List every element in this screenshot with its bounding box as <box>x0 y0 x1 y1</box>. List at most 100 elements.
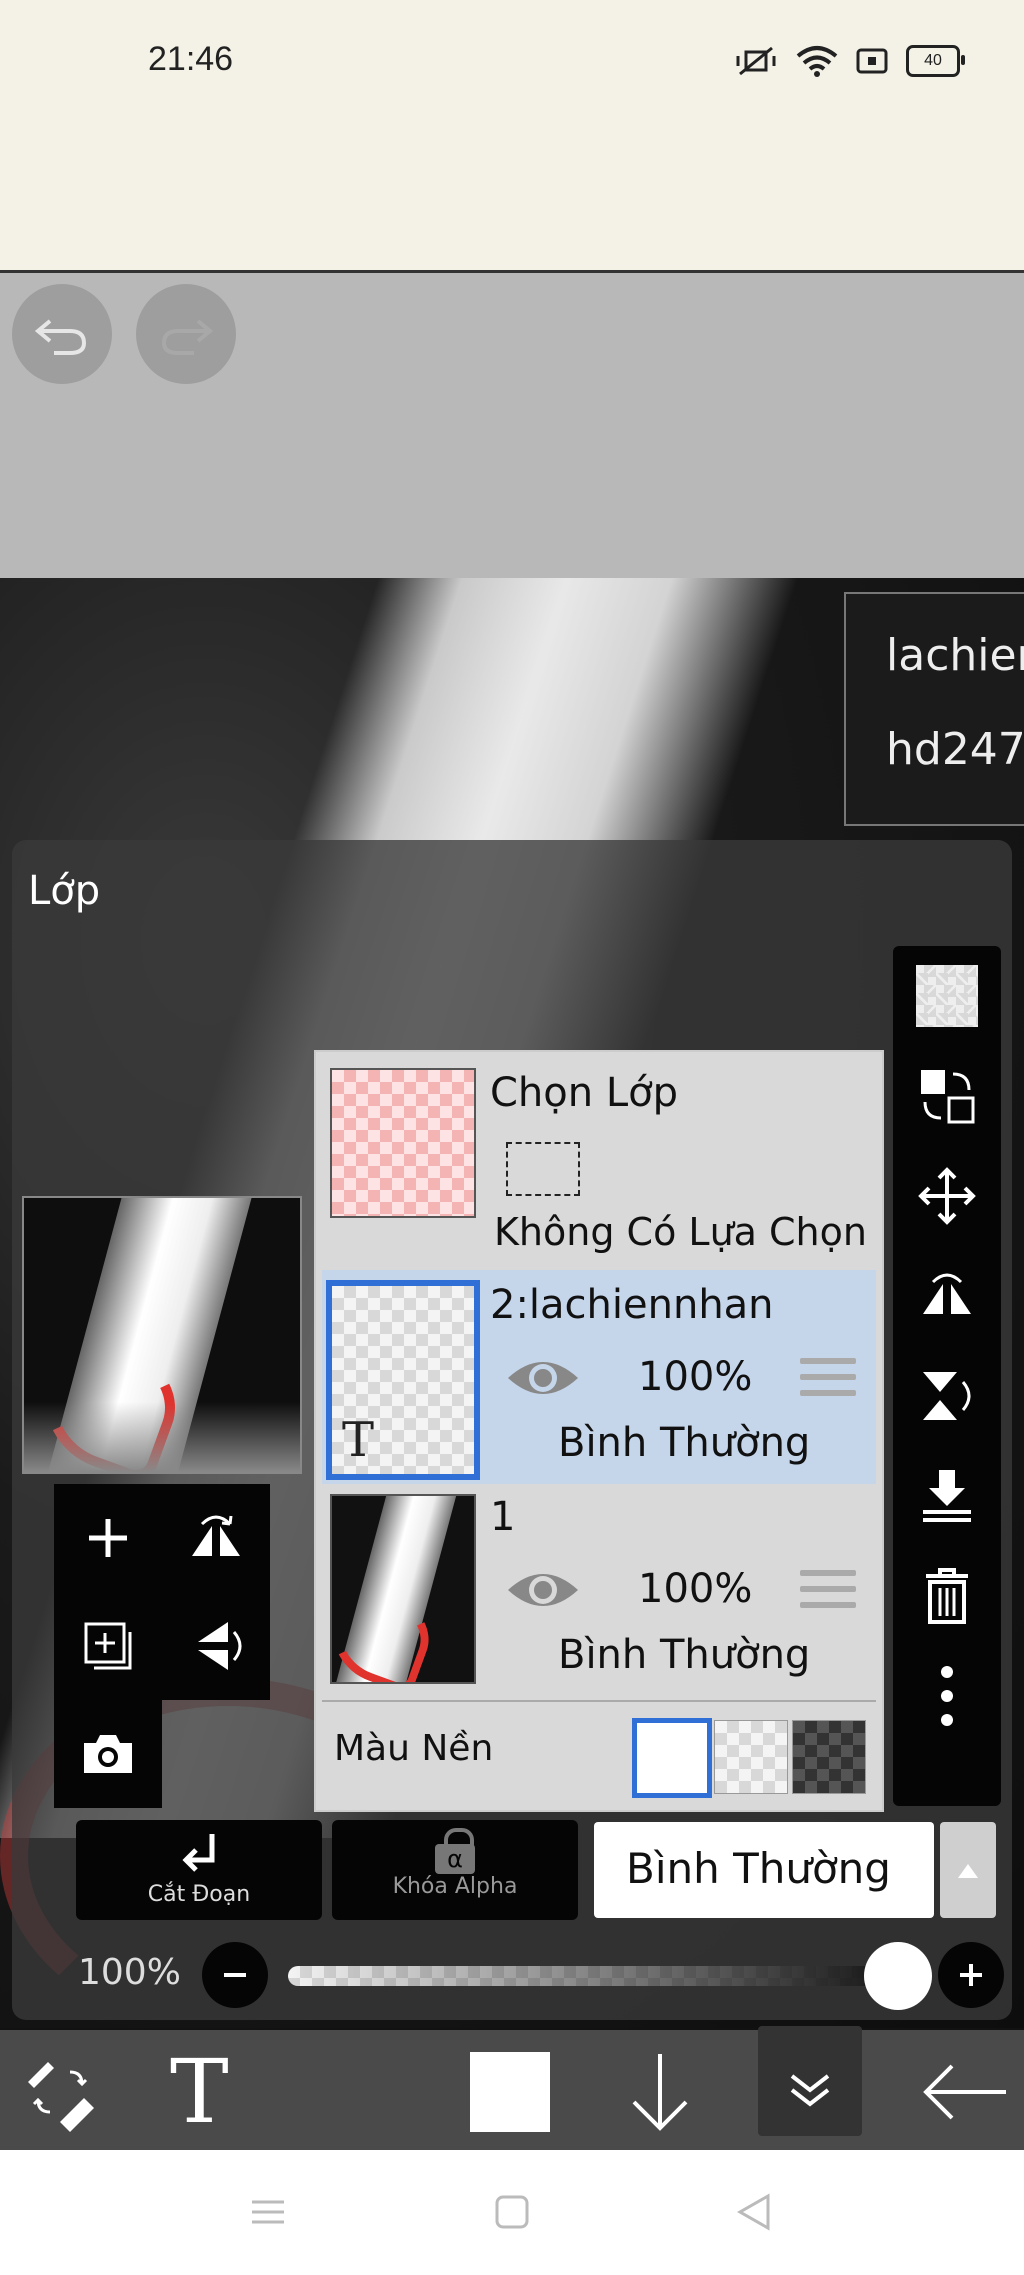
trash-icon <box>926 1568 968 1624</box>
bottom-toolbar: T <box>0 2026 1024 2150</box>
clipping-button[interactable]: Cắt Đoạn <box>76 1820 322 1920</box>
arrow-down-icon <box>632 2054 688 2131</box>
flip-horizontal-icon <box>192 1515 240 1556</box>
layer-2-drag-handle-icon[interactable] <box>800 1358 856 1404</box>
battery-icon: 40 <box>906 45 965 77</box>
back-button[interactable] <box>916 2044 1012 2140</box>
selection-marquee-icon <box>506 1142 580 1196</box>
opacity-slider-row: 100% <box>12 1926 1012 2022</box>
camera-layer-button[interactable] <box>54 1700 162 1808</box>
more-vertical-icon <box>941 1666 953 1726</box>
layer-right-toolbar <box>893 946 1001 1806</box>
home-nav-icon[interactable] <box>494 2194 530 2230</box>
alpha-lock-label: Khóa Alpha <box>392 1874 518 1899</box>
status-time: 21:46 <box>148 40 234 78</box>
flip-layer-vertical-button[interactable] <box>893 1346 1001 1446</box>
flip-vertical-button[interactable] <box>162 1592 270 1700</box>
blend-mode-value: Bình Thường <box>626 1844 891 1893</box>
opacity-slider-thumb[interactable] <box>864 1942 932 2010</box>
selection-layer-subtitle: Không Có Lựa Chọn <box>494 1210 867 1254</box>
blend-mode-dropdown-button[interactable] <box>940 1822 996 1918</box>
camera-icon <box>84 1735 132 1773</box>
menu-nav-icon[interactable] <box>250 2194 286 2230</box>
delete-layer-button[interactable] <box>893 1546 1001 1646</box>
clipping-label: Cắt Đoạn <box>147 1882 251 1907</box>
background-dark-swatch[interactable] <box>792 1720 866 1794</box>
brush-eraser-icon <box>28 2062 94 2132</box>
canvas-text-line-2: hd247 <box>886 724 1024 775</box>
collapse-panel-button[interactable] <box>758 2026 862 2136</box>
flip-horizontal-button[interactable] <box>162 1484 270 1592</box>
merge-down-button[interactable] <box>893 1446 1001 1546</box>
move-icon <box>918 1167 976 1225</box>
alpha-lock-button[interactable]: α Khóa Alpha <box>332 1820 578 1920</box>
layer-left-tools <box>54 1484 270 1808</box>
redo-button[interactable] <box>136 284 236 384</box>
color-swatch-button[interactable] <box>470 2052 550 2132</box>
opacity-decrease-button[interactable] <box>202 1942 268 2008</box>
vibrate-icon <box>736 46 776 76</box>
background-color-row: Màu Nền <box>322 1700 876 1806</box>
minus-icon <box>224 1973 246 1977</box>
canvas-text-layer: lachien hd247 <box>844 592 1024 826</box>
opacity-increase-button[interactable] <box>938 1942 1004 2008</box>
layer-row-2[interactable]: T 2:lachiennhan 100% Bình Thường <box>322 1270 876 1484</box>
blend-mode-select[interactable]: Bình Thường <box>594 1822 934 1918</box>
background-transparent-swatch[interactable] <box>714 1720 788 1794</box>
layer-panel-title: Lớp <box>28 868 101 914</box>
status-bar: 21:46 40 <box>0 0 1024 273</box>
layer-1-visibility-eye-icon[interactable] <box>506 1568 580 1612</box>
duplicate-layer-button[interactable] <box>54 1592 162 1700</box>
double-chevron-down-icon <box>790 2074 830 2107</box>
layer-1-thumbnail <box>330 1494 476 1684</box>
more-options-button[interactable] <box>893 1646 1001 1746</box>
canvas-preview <box>22 1196 302 1474</box>
arrow-left-icon <box>923 2064 1006 2120</box>
redo-icon <box>161 319 214 355</box>
back-nav-icon[interactable] <box>736 2192 772 2232</box>
brush-eraser-switch-button[interactable] <box>20 2052 100 2132</box>
canvas-text-line-1: lachien <box>886 630 1024 681</box>
transparency-button[interactable] <box>893 946 1001 1046</box>
checkerboard-icon <box>916 965 978 1027</box>
opacity-value: 100% <box>78 1952 181 1993</box>
text-tool-button[interactable]: T <box>170 2044 229 2140</box>
status-icons: 40 <box>734 44 965 78</box>
layer-row-1[interactable]: 1 100% Bình Thường <box>322 1488 876 1696</box>
swap-layer-icon <box>921 1070 975 1124</box>
selection-layer-thumbnail <box>330 1068 476 1218</box>
plus-icon <box>960 1964 982 1986</box>
battery-level: 40 <box>924 52 942 69</box>
alpha-glyph: α <box>435 1844 475 1874</box>
flip-horizontal-icon <box>923 1273 971 1314</box>
layer-1-name: 1 <box>490 1494 516 1540</box>
wifi-icon <box>796 46 838 77</box>
screen-record-icon <box>856 48 888 74</box>
layer-2-blend-mode: Bình Thường <box>558 1420 811 1466</box>
duplicate-icon <box>84 1622 132 1670</box>
layer-1-drag-handle-icon[interactable] <box>800 1570 856 1616</box>
swap-layer-button[interactable] <box>893 1046 1001 1146</box>
triangle-up-icon <box>958 1864 978 1878</box>
text-layer-icon: T <box>342 1412 375 1468</box>
add-layer-button[interactable] <box>54 1484 162 1592</box>
undo-button[interactable] <box>12 284 112 384</box>
background-white-swatch[interactable] <box>632 1718 712 1798</box>
undo-redo-area <box>0 273 1024 578</box>
undo-icon <box>34 319 87 355</box>
lock-icon: α <box>435 1828 475 1874</box>
move-layer-button[interactable] <box>893 1146 1001 1246</box>
layer-list: Chọn Lớp Không Có Lựa Chọn T 2:lachiennh… <box>314 1050 884 1812</box>
layer-1-opacity: 100% <box>638 1566 753 1612</box>
selection-layer-row[interactable]: Chọn Lớp Không Có Lựa Chọn <box>322 1058 876 1262</box>
clipping-arrow-icon <box>182 1834 215 1872</box>
layer-2-visibility-eye-icon[interactable] <box>506 1356 580 1400</box>
flip-layer-horizontal-button[interactable] <box>893 1246 1001 1346</box>
system-navigation-bar <box>0 2150 1024 2275</box>
opacity-slider-track[interactable] <box>288 1966 898 1986</box>
layer-2-name: 2:lachiennhan <box>490 1282 774 1328</box>
layer-2-opacity: 100% <box>638 1354 753 1400</box>
layer-down-button[interactable] <box>620 2044 700 2140</box>
merge-down-icon <box>923 1470 971 1522</box>
flip-vertical-icon <box>923 1372 971 1420</box>
